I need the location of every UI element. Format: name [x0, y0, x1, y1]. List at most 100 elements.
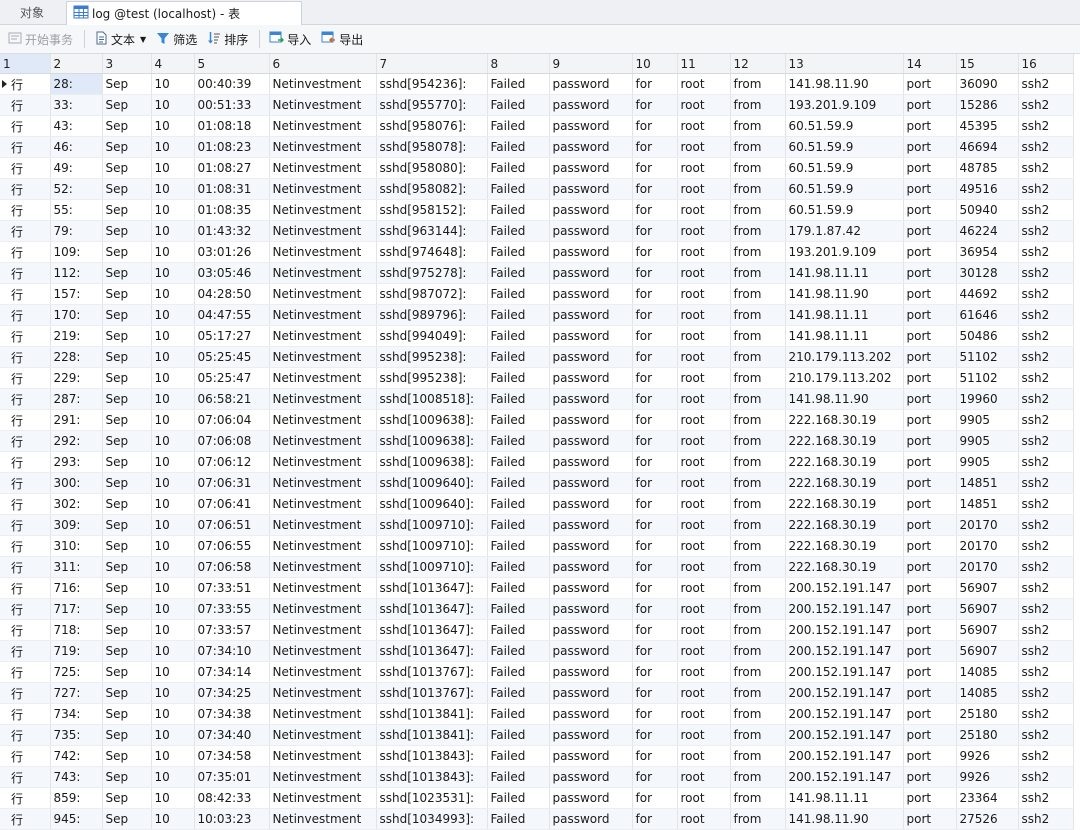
table-cell-col-15[interactable]: 9905 — [956, 409, 1019, 431]
table-cell-col-14[interactable]: port — [903, 220, 957, 242]
table-cell-col-10[interactable]: for — [632, 703, 678, 725]
table-cell-col-15[interactable]: 45395 — [956, 115, 1019, 137]
table-cell-col-15[interactable]: 20170 — [956, 535, 1019, 557]
table-cell-col-4[interactable]: 10 — [151, 304, 195, 326]
table-cell-col-9[interactable]: password — [549, 220, 633, 242]
table-cell-col-6[interactable]: Netinvestment — [269, 262, 377, 284]
table-cell-col-16[interactable]: ssh2 — [1018, 136, 1074, 158]
table-cell-col-10[interactable]: for — [632, 535, 678, 557]
table-cell-col-3[interactable]: Sep — [102, 178, 152, 200]
table-cell-col-15[interactable]: 51102 — [956, 367, 1019, 389]
table-cell-col-5[interactable]: 07:34:40 — [194, 724, 270, 746]
table-cell-col-4[interactable]: 10 — [151, 157, 195, 179]
table-row[interactable]: 行 55: Sep 10 01:08:35 Netinvestment sshd[95815… — [0, 199, 1074, 221]
table-cell-col-15[interactable]: 25180 — [956, 703, 1019, 725]
table-cell-col-7[interactable]: sshd[1009638]: — [376, 451, 488, 473]
table-cell-col-12[interactable]: from — [730, 472, 786, 494]
table-cell-col-16[interactable]: ssh2 — [1018, 241, 1074, 263]
table-cell-col-1[interactable]: 行 — [0, 724, 51, 746]
table-cell-col-12[interactable]: from — [730, 661, 786, 683]
table-cell-col-11[interactable]: root — [677, 136, 731, 158]
table-cell-col-7[interactable]: sshd[958078]: — [376, 136, 488, 158]
table-cell-col-6[interactable]: Netinvestment — [269, 388, 377, 410]
table-cell-col-11[interactable]: root — [677, 262, 731, 284]
table-cell-col-13[interactable]: 60.51.59.9 — [785, 136, 904, 158]
table-cell-col-8[interactable]: Failed — [487, 787, 550, 809]
table-cell-col-11[interactable]: root — [677, 115, 731, 137]
table-cell-col-10[interactable]: for — [632, 472, 678, 494]
table-cell-col-5[interactable]: 07:34:38 — [194, 703, 270, 725]
table-cell-col-8[interactable]: Failed — [487, 619, 550, 641]
table-cell-col-16[interactable]: ssh2 — [1018, 787, 1074, 809]
table-cell-col-9[interactable]: password — [549, 199, 633, 221]
table-cell-col-3[interactable]: Sep — [102, 598, 152, 620]
table-row[interactable]: 行 49: Sep 10 01:08:27 Netinvestment sshd[95808… — [0, 157, 1074, 179]
table-cell-col-1[interactable]: 行 — [0, 220, 51, 242]
table-cell-col-4[interactable]: 10 — [151, 640, 195, 662]
table-cell-col-3[interactable]: Sep — [102, 745, 152, 767]
table-cell-col-1[interactable]: 行 — [0, 703, 51, 725]
table-cell-col-15[interactable]: 44692 — [956, 283, 1019, 305]
table-cell-col-2[interactable]: 734: — [50, 703, 103, 725]
table-cell-col-13[interactable]: 141.98.11.90 — [785, 388, 904, 410]
table-cell-col-10[interactable]: for — [632, 241, 678, 263]
table-cell-col-6[interactable]: Netinvestment — [269, 808, 377, 830]
table-cell-col-2[interactable]: 170: — [50, 304, 103, 326]
table-cell-col-12[interactable]: from — [730, 535, 786, 557]
table-cell-col-11[interactable]: root — [677, 766, 731, 788]
table-cell-col-16[interactable]: ssh2 — [1018, 745, 1074, 767]
table-cell-col-16[interactable]: ssh2 — [1018, 766, 1074, 788]
table-row[interactable]: 行 717: Sep 10 07:33:55 Netinvestment sshd[1013… — [0, 598, 1074, 620]
table-cell-col-3[interactable]: Sep — [102, 766, 152, 788]
table-cell-col-12[interactable]: from — [730, 451, 786, 473]
table-cell-col-11[interactable]: root — [677, 787, 731, 809]
tab-log-table[interactable]: log @test (localhost) - 表 — [66, 1, 302, 25]
table-cell-col-3[interactable]: Sep — [102, 388, 152, 410]
table-cell-col-3[interactable]: Sep — [102, 136, 152, 158]
table-cell-col-10[interactable]: for — [632, 304, 678, 326]
table-cell-col-9[interactable]: password — [549, 262, 633, 284]
table-cell-col-4[interactable]: 10 — [151, 325, 195, 347]
table-cell-col-12[interactable]: from — [730, 178, 786, 200]
table-cell-col-4[interactable]: 10 — [151, 787, 195, 809]
table-cell-col-1[interactable]: 行 — [0, 745, 51, 767]
table-cell-col-16[interactable]: ssh2 — [1018, 577, 1074, 599]
table-cell-col-9[interactable]: password — [549, 577, 633, 599]
table-cell-col-6[interactable]: Netinvestment — [269, 472, 377, 494]
table-cell-col-8[interactable]: Failed — [487, 220, 550, 242]
table-cell-col-4[interactable]: 10 — [151, 451, 195, 473]
table-row[interactable]: 行 33: Sep 10 00:51:33 Netinvestment sshd[95577… — [0, 94, 1074, 116]
table-cell-col-3[interactable]: Sep — [102, 94, 152, 116]
table-cell-col-9[interactable]: password — [549, 808, 633, 830]
import-button[interactable]: 导入 — [265, 28, 315, 50]
table-cell-col-11[interactable]: root — [677, 808, 731, 830]
table-cell-col-15[interactable]: 14851 — [956, 493, 1019, 515]
table-cell-col-4[interactable]: 10 — [151, 136, 195, 158]
table-cell-col-12[interactable]: from — [730, 808, 786, 830]
table-cell-col-2[interactable]: 719: — [50, 640, 103, 662]
table-cell-col-9[interactable]: password — [549, 178, 633, 200]
table-cell-col-12[interactable]: from — [730, 703, 786, 725]
table-cell-col-3[interactable]: Sep — [102, 535, 152, 557]
table-cell-col-13[interactable]: 200.152.191.147 — [785, 745, 904, 767]
table-cell-col-15[interactable]: 14851 — [956, 472, 1019, 494]
table-row[interactable]: 行 170: Sep 10 04:47:55 Netinvestment sshd[9897… — [0, 304, 1074, 326]
table-cell-col-7[interactable]: sshd[958152]: — [376, 199, 488, 221]
table-cell-col-3[interactable]: Sep — [102, 724, 152, 746]
table-cell-col-14[interactable]: port — [903, 136, 957, 158]
table-cell-col-4[interactable]: 10 — [151, 808, 195, 830]
column-header-9[interactable]: 9 — [549, 54, 633, 74]
table-cell-col-1[interactable]: 行 — [0, 157, 51, 179]
table-cell-col-13[interactable]: 200.152.191.147 — [785, 619, 904, 641]
table-cell-col-13[interactable]: 200.152.191.147 — [785, 682, 904, 704]
table-cell-col-3[interactable]: Sep — [102, 283, 152, 305]
table-cell-col-3[interactable]: Sep — [102, 430, 152, 452]
table-cell-col-9[interactable]: password — [549, 241, 633, 263]
table-cell-col-13[interactable]: 193.201.9.109 — [785, 241, 904, 263]
table-cell-col-2[interactable]: 743: — [50, 766, 103, 788]
table-cell-col-9[interactable]: password — [549, 409, 633, 431]
table-cell-col-1[interactable]: 行 — [0, 262, 51, 284]
table-cell-col-3[interactable]: Sep — [102, 241, 152, 263]
table-cell-col-7[interactable]: sshd[954236]: — [376, 73, 488, 95]
table-cell-col-12[interactable]: from — [730, 514, 786, 536]
